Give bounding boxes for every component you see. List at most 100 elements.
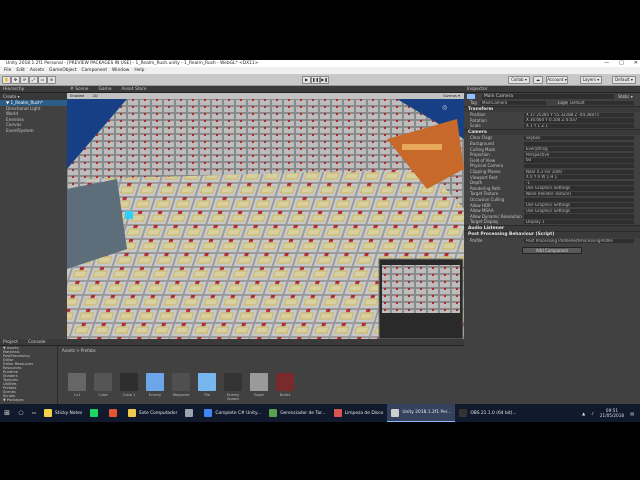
inspector-tab[interactable]: Inspector <box>464 86 640 93</box>
account-dropdown[interactable]: Account ▾ <box>546 76 568 84</box>
shading-mode-dropdown[interactable]: Shaded <box>70 93 84 99</box>
scene-viewport[interactable]: ◎ <box>67 99 464 339</box>
play-button[interactable]: ▶ <box>302 76 311 84</box>
property-field[interactable]: Display 1 <box>524 219 634 225</box>
2d-toggle[interactable]: 2D <box>92 93 97 99</box>
layers-dropdown[interactable]: Layers ▾ <box>580 76 602 84</box>
tag-dropdown[interactable]: MainCamera <box>480 100 546 105</box>
asset-item[interactable]: Enemy Spawn <box>222 373 244 401</box>
asset-item[interactable]: Tower <box>248 373 270 397</box>
property-field[interactable]: Everything <box>524 147 634 152</box>
window-titlebar: Unity 2018.1.2f1 Personal - [PREVIEW PAC… <box>0 60 640 67</box>
rect-tool-button[interactable]: ▭ <box>38 76 47 84</box>
property-field[interactable]: Use Graphics Settings <box>524 208 634 213</box>
property-field[interactable]: Use Graphics Settings <box>524 186 634 191</box>
tab-game[interactable]: Game <box>98 86 111 92</box>
tab-scene[interactable]: # Scene <box>70 86 88 92</box>
project-folder[interactable]: ▼ Packages <box>0 398 57 402</box>
tab-project[interactable]: Project <box>3 339 18 345</box>
menu-edit[interactable]: Edit <box>16 67 25 74</box>
object-name-field[interactable]: Main Camera <box>482 94 614 99</box>
property-field[interactable] <box>524 214 634 219</box>
property-field[interactable]: Use Graphics Settings <box>524 203 634 208</box>
maximize-button[interactable]: □ <box>619 60 624 67</box>
layout-dropdown[interactable]: Default ▾ <box>612 76 636 84</box>
task-view-icon[interactable]: ▭ <box>28 404 40 422</box>
minimize-button[interactable]: — <box>604 60 609 67</box>
start-button[interactable]: ⊞ <box>0 404 14 422</box>
menu-gameobject[interactable]: GameObject <box>49 67 76 74</box>
asset-item[interactable]: Enemy <box>144 373 166 397</box>
property-field[interactable]: Perspective <box>524 152 634 158</box>
rotate-tool-button[interactable]: ⟳ <box>20 76 29 84</box>
asset-item[interactable]: Tile <box>196 373 218 397</box>
property-field[interactable] <box>524 141 634 146</box>
windows-taskbar: ⊞ ◯ ▭ Sticky Notes Este Computador Complet… <box>0 404 640 422</box>
property-field[interactable]: X 1 Y 1 Z 1 <box>524 123 634 129</box>
volume-icon[interactable]: ♪ <box>591 411 594 416</box>
move-tool-button[interactable]: ✥ <box>11 76 20 84</box>
menu-file[interactable]: File <box>4 67 11 74</box>
taskbar-app[interactable]: OBS 21.1.0 (64 bit)... <box>455 404 520 422</box>
clock[interactable]: 09:51 21/05/2018 <box>600 408 624 418</box>
asset-thumbnail <box>172 373 190 391</box>
camera-preview-image <box>382 265 460 313</box>
scene-gizmo-icon[interactable]: ◎ <box>442 104 447 111</box>
asset-item[interactable]: Bullet <box>274 373 296 397</box>
property-field[interactable]: Skybox <box>524 136 634 141</box>
asset-thumbnail <box>224 373 242 391</box>
scale-tool-button[interactable]: ⤢ <box>29 76 38 84</box>
menu-component[interactable]: Component <box>82 67 108 74</box>
property-field[interactable]: Near 0.3 Far 1000 <box>524 169 634 174</box>
profile-field[interactable]: Post Processing ProfilePostProcessingPro… <box>524 238 634 243</box>
gizmos-dropdown[interactable]: Gizmos ▾ <box>443 93 464 99</box>
property-field[interactable]: X 30.664 Y 0.104 Z 0.037 <box>524 118 634 123</box>
property-field[interactable]: -1 <box>524 180 634 186</box>
notifications-icon[interactable]: ▤ <box>630 411 634 416</box>
property-field[interactable]: 60 <box>524 158 634 163</box>
property-field[interactable]: None (Render Texture) <box>524 192 634 197</box>
taskbar-app[interactable]: Unity 2018.1.2f1 Per... <box>387 404 456 422</box>
taskbar-app[interactable]: Complete C# Unity... <box>200 404 265 422</box>
asset-item[interactable]: Cube 1 <box>118 373 140 397</box>
transform-tool-button[interactable]: ⊕ <box>47 76 56 84</box>
taskbar-app[interactable]: Gerenciador de Tar... <box>265 404 329 422</box>
add-component-button[interactable]: Add Component <box>522 247 582 255</box>
property-label: Target Display <box>470 219 499 225</box>
asset-item[interactable]: Cube <box>92 373 114 397</box>
cloud-icon[interactable]: ☁ <box>533 76 543 84</box>
network-icon[interactable]: ▲ <box>582 411 585 416</box>
taskbar-app[interactable] <box>105 404 124 422</box>
app-icon <box>459 409 468 417</box>
tab-console[interactable]: Console <box>28 339 45 345</box>
transform-rows: Position X 37.25285 Y 55.32288 Z -44.3687… <box>464 112 640 129</box>
taskbar-app[interactable]: Este Computador <box>124 404 181 422</box>
menu-assets[interactable]: Assets <box>30 67 44 74</box>
asset-item[interactable]: Waypoint <box>170 373 192 397</box>
static-toggle[interactable]: Static ▾ <box>618 93 640 100</box>
collab-dropdown[interactable]: Collab ▾ <box>508 76 530 84</box>
taskbar-app[interactable] <box>181 404 200 422</box>
property-field[interactable]: X 0 Y 0 W 1 H 1 <box>524 175 634 180</box>
hand-tool-button[interactable]: ✋ <box>2 76 11 84</box>
taskbar-app[interactable] <box>86 404 105 422</box>
menu-help[interactable]: Help <box>134 67 144 74</box>
step-button[interactable]: ▶❚ <box>320 76 329 84</box>
tab-asset-store[interactable]: Asset Store <box>122 86 147 92</box>
asset-item[interactable]: 1x1 <box>66 373 88 397</box>
property-field[interactable] <box>524 164 634 169</box>
hierarchy-tab[interactable]: Hierarchy <box>0 86 67 93</box>
hierarchy-create-button[interactable]: Create ▾ <box>0 93 67 100</box>
hierarchy-item[interactable]: EventSystem <box>0 128 67 134</box>
layer-dropdown[interactable]: Default <box>568 100 634 105</box>
property-field[interactable] <box>524 197 634 202</box>
asset-thumbnail <box>146 373 164 391</box>
search-icon[interactable]: ◯ <box>14 404 28 422</box>
taskbar-app[interactable]: Limpeza de Disco <box>330 404 388 422</box>
property-field[interactable]: X 37.25285 Y 55.32288 Z -44.36875 <box>524 112 634 117</box>
pause-button[interactable]: ❚❚ <box>311 76 320 84</box>
scene-panel: # Scene Game Asset Store Shaded 2D Gizmo… <box>67 86 464 339</box>
menu-window[interactable]: Window <box>112 67 129 74</box>
taskbar-app[interactable]: Sticky Notes <box>40 404 86 422</box>
close-button[interactable]: ✕ <box>634 60 638 67</box>
